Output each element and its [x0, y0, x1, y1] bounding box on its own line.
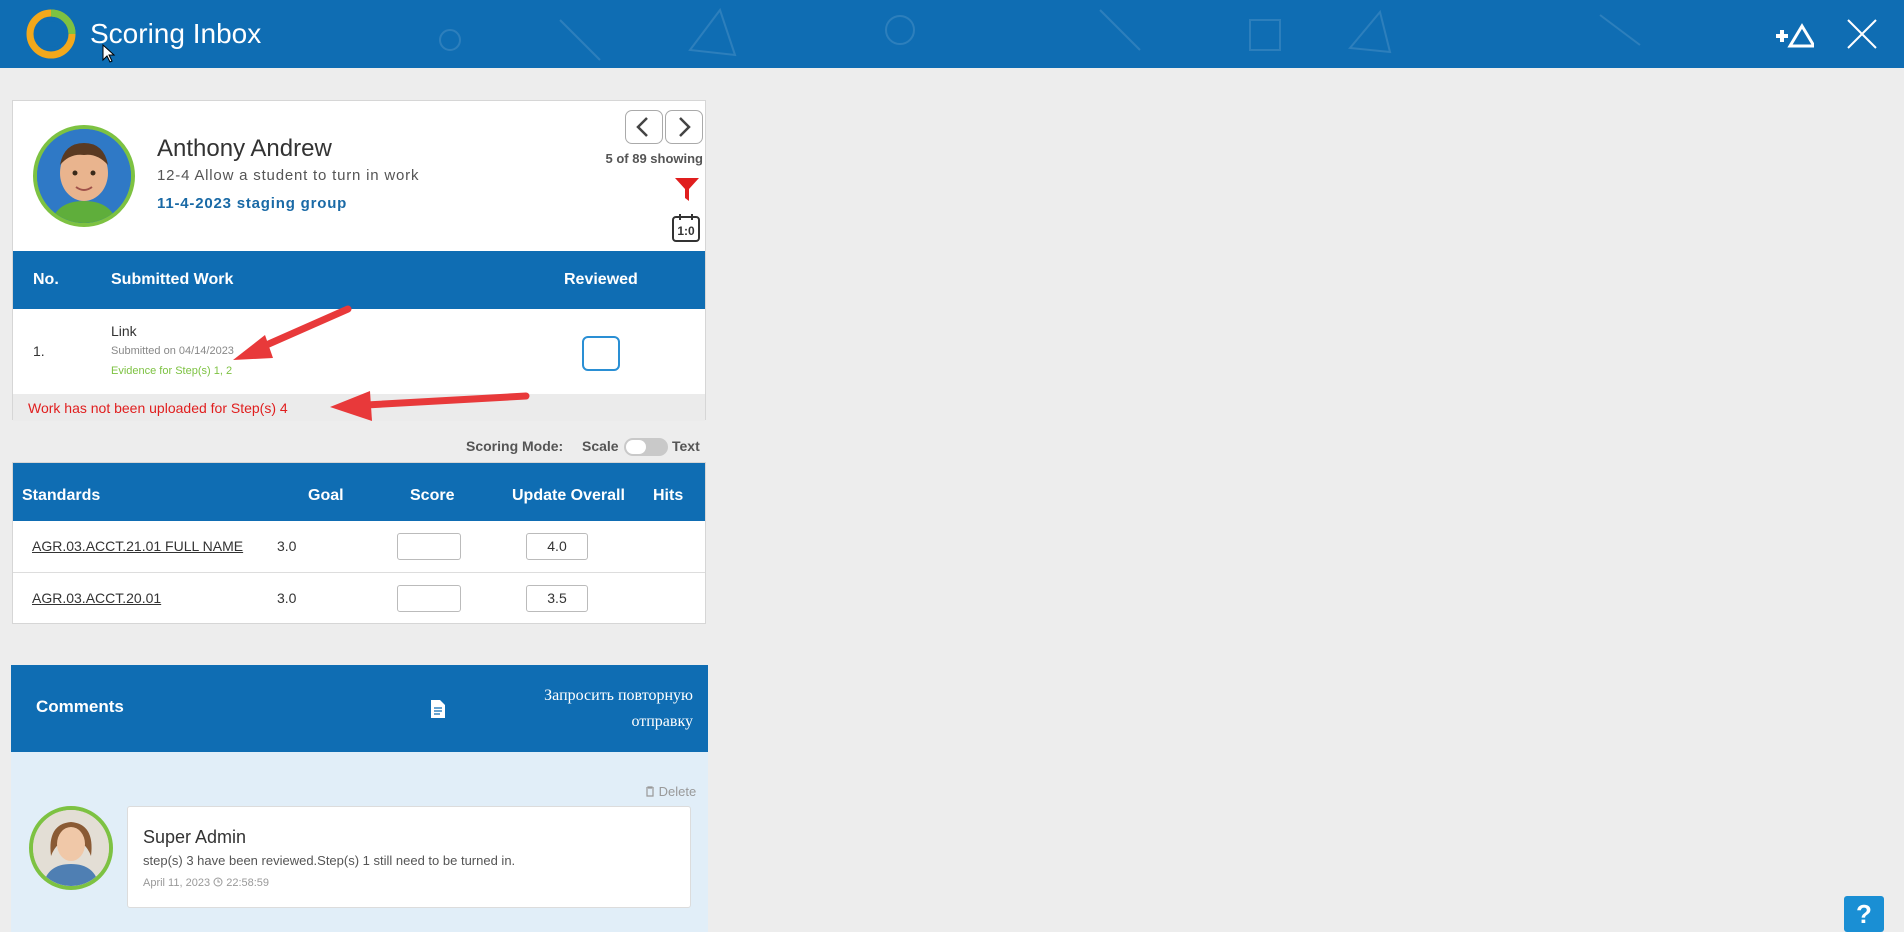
submission-date: Submitted on 04/14/2023 — [111, 345, 234, 357]
column-goal: Goal — [308, 487, 344, 504]
scale-option-label: Scale — [582, 438, 619, 454]
column-hits: Hits — [653, 487, 684, 504]
previous-student-button[interactable] — [625, 110, 663, 144]
help-button[interactable]: ? — [1844, 896, 1884, 932]
svg-text:1:0: 1:0 — [677, 224, 695, 238]
standard-goal: 3.0 — [277, 538, 297, 554]
update-overall-input[interactable]: 3.5 — [526, 585, 588, 612]
missing-work-warning: Work has not been uploaded for Step(s) 4 — [13, 394, 705, 421]
column-reviewed: Reviewed — [564, 271, 638, 288]
calendar-icon[interactable]: 1:0 — [671, 213, 701, 243]
submitted-work-header: No. Submitted Work Reviewed — [13, 251, 705, 309]
plus-triangle-icon[interactable] — [1770, 22, 1814, 50]
background-pattern — [439, 7, 1641, 61]
column-score: Score — [410, 487, 455, 504]
resubmit-line-1: Запросить повторную — [544, 687, 693, 704]
standards-header: Standards Goal Score Update Overall Hits — [13, 463, 705, 521]
comment-date: April 11, 2023 — [143, 877, 211, 889]
student-avatar — [33, 125, 135, 227]
table-row: AGR.03.ACCT.21.01 FULL NAME 3.0 4.0 — [13, 521, 705, 573]
app-logo — [26, 9, 76, 59]
comment-text: step(s) 3 have been reviewed.Step(s) 1 s… — [143, 853, 516, 868]
chevron-right-icon — [679, 117, 691, 137]
table-row: 1. Link Submitted on 04/14/2023 Evidence… — [13, 309, 705, 394]
comments-header: Comments Запросить повторную отправку — [11, 665, 708, 752]
comments-title: Comments — [36, 697, 124, 716]
delete-label: Delete — [658, 784, 697, 799]
filter-icon[interactable] — [673, 175, 701, 203]
trash-icon — [646, 786, 654, 797]
standard-link[interactable]: AGR.03.ACCT.21.01 FULL NAME — [32, 538, 243, 554]
work-link[interactable]: Link — [111, 323, 137, 339]
warning-text: Work has not been uploaded for Step(s) 4 — [28, 400, 288, 416]
column-standards: Standards — [22, 487, 101, 504]
score-input[interactable] — [397, 585, 461, 612]
result-counter: 5 of 89 showing — [605, 151, 703, 166]
scoring-mode-label: Scoring Mode: — [466, 438, 564, 454]
column-submitted-work: Submitted Work — [111, 271, 234, 288]
work-number: 1. — [33, 343, 45, 359]
standard-goal: 3.0 — [277, 590, 297, 606]
column-update-overall: Update Overall — [512, 487, 625, 504]
avatar — [29, 806, 113, 890]
scoring-mode-toggle[interactable] — [624, 438, 668, 456]
comment-author: Super Admin — [143, 827, 247, 847]
request-resubmission-button[interactable]: Запросить повторную отправку — [481, 683, 693, 735]
chevron-left-icon — [636, 117, 648, 137]
column-no: No. — [33, 271, 59, 288]
update-overall-input[interactable]: 4.0 — [526, 533, 588, 560]
student-name: Anthony Andrew — [157, 135, 332, 162]
document-icon[interactable] — [430, 699, 446, 719]
close-icon[interactable] — [1846, 18, 1878, 50]
score-input[interactable] — [397, 533, 461, 560]
standards-table: Standards Goal Score Update Overall Hits… — [12, 462, 706, 624]
reviewed-checkbox[interactable] — [582, 336, 620, 371]
header-bar: Scoring Inbox — [0, 0, 1904, 68]
table-row: AGR.03.ACCT.20.01 3.0 3.5 — [13, 573, 705, 625]
clock-icon — [213, 877, 223, 887]
assignment-title: 12-4 Allow a student to turn in work — [157, 167, 420, 184]
evidence-steps: Evidence for Step(s) 1, 2 — [111, 365, 233, 377]
resubmit-line-2: отправку — [631, 713, 693, 730]
toggle-knob — [626, 440, 646, 454]
standard-link[interactable]: AGR.03.ACCT.20.01 — [32, 590, 161, 606]
comment-time: 22:58:59 — [226, 877, 270, 889]
comment-timestamp: April 11, 2023 22:58:59 — [143, 877, 269, 889]
student-card: Anthony Andrew 12-4 Allow a student to t… — [12, 100, 706, 421]
group-link[interactable]: 11-4-2023 staging group — [157, 195, 347, 212]
text-option-label: Text — [672, 438, 700, 454]
comments-list: Delete Super Admin step(s) 3 have been r… — [11, 752, 708, 932]
comment-card: Super Admin step(s) 3 have been reviewed… — [127, 806, 691, 908]
next-student-button[interactable] — [665, 110, 703, 144]
delete-comment-button[interactable]: Delete — [645, 784, 696, 799]
mouse-cursor-icon — [102, 44, 116, 63]
